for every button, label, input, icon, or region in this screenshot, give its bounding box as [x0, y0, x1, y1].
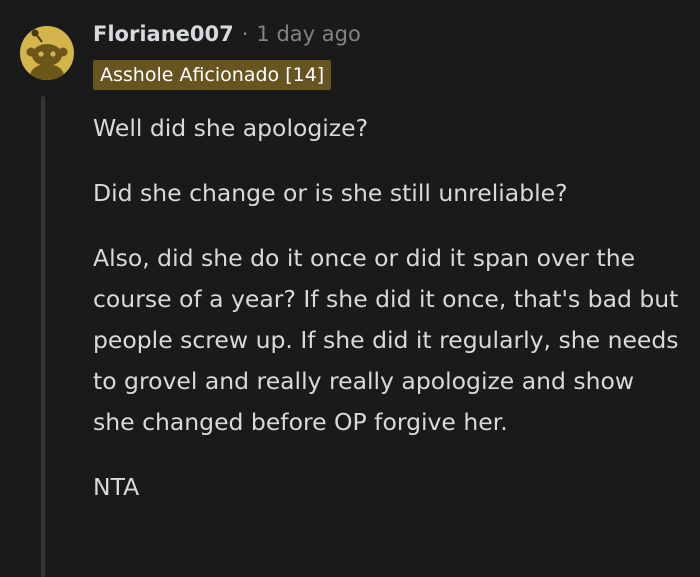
user-avatar[interactable]: [20, 26, 74, 80]
comment-meta: Floriane007 · 1 day ago: [93, 18, 361, 50]
username-link[interactable]: Floriane007: [93, 22, 234, 46]
reddit-snoo-avatar-icon: [26, 29, 68, 80]
thread-collapse-line[interactable]: [41, 96, 45, 577]
user-flair: Asshole Aficionado [14]: [93, 60, 332, 90]
comment-timestamp: 1 day ago: [256, 22, 361, 46]
comment-paragraph: Did she change or is she still unreliabl…: [93, 179, 568, 207]
comment-paragraph: Well did she apologize?: [93, 114, 369, 142]
meta-separator: ·: [241, 22, 249, 46]
comment: Floriane007 · 1 day ago Asshole Aficiona…: [0, 0, 700, 577]
comment-paragraph: Also, did she do it once or did it span …: [93, 244, 679, 436]
comment-paragraph: NTA: [93, 473, 140, 501]
comment-body: Well did she apologize? Did she change o…: [93, 108, 683, 532]
